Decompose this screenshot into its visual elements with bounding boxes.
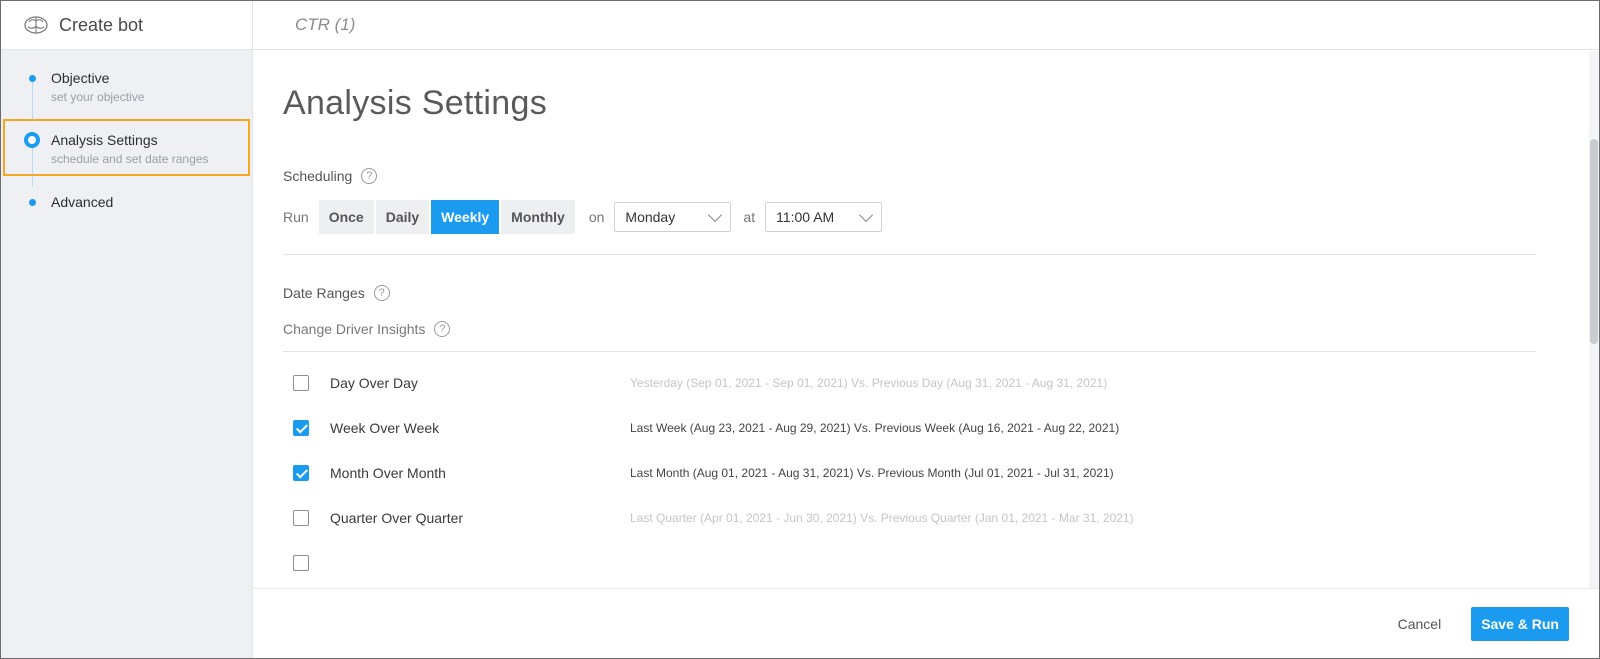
frequency-once-button[interactable]: Once xyxy=(318,200,374,234)
time-select[interactable]: 11:00 AM xyxy=(765,202,883,232)
step-dot xyxy=(29,75,36,82)
week-over-week-checkbox[interactable] xyxy=(293,419,309,436)
divider xyxy=(283,254,1536,255)
option-range: Last Month (Aug 01, 2021 - Aug 31, 2021)… xyxy=(630,465,1114,480)
divider xyxy=(283,351,1536,352)
help-icon[interactable]: ? xyxy=(373,285,390,301)
day-select[interactable]: Monday xyxy=(614,202,732,232)
date-range-options: Day Over Day Yesterday (Sep 01, 2021 - S… xyxy=(283,360,1569,585)
list-item: Week Over Week Last Week (Aug 23, 2021 -… xyxy=(283,405,1569,450)
option-range: Last Week (Aug 23, 2021 - Aug 29, 2021) … xyxy=(630,420,1120,435)
page-title: Analysis Settings xyxy=(283,84,548,122)
date-ranges-section-label: Date Ranges ? xyxy=(283,285,1569,301)
save-and-run-button[interactable]: Save & Run xyxy=(1471,606,1569,641)
cancel-button[interactable]: Cancel xyxy=(1398,616,1442,632)
chevron-down-icon xyxy=(859,207,874,222)
option-label: Month Over Month xyxy=(330,464,446,481)
list-item: Quarter Over Quarter Last Quarter (Apr 0… xyxy=(283,495,1569,540)
scrollbar[interactable] xyxy=(1589,51,1599,588)
time-select-value: 11:00 AM xyxy=(776,209,835,225)
step-title: Advanced xyxy=(51,194,114,210)
scrollbar-thumb[interactable] xyxy=(1590,139,1598,344)
frequency-toggle: Once Daily Weekly Monthly xyxy=(318,200,577,234)
day-select-value: Monday xyxy=(625,209,676,225)
date-ranges-label: Date Ranges xyxy=(283,285,365,301)
step-title: Objective xyxy=(51,70,110,86)
change-driver-label: Change Driver Insights xyxy=(283,321,426,337)
partial-checkbox[interactable] xyxy=(293,554,309,571)
quarter-over-quarter-checkbox[interactable] xyxy=(293,509,309,526)
option-label: Week Over Week xyxy=(330,419,440,436)
on-label: on xyxy=(588,209,605,225)
selected-step-highlight xyxy=(3,119,250,176)
list-item: Day Over Day Yesterday (Sep 01, 2021 - S… xyxy=(283,360,1569,405)
schedule-row: Run Once Daily Weekly Monthly on Monday … xyxy=(283,200,1569,234)
scheduling-label: Scheduling xyxy=(283,168,353,184)
run-label: Run xyxy=(283,209,309,225)
sidebar-header: Create bot xyxy=(1,1,252,50)
option-label: Quarter Over Quarter xyxy=(330,509,464,526)
step-subtitle: set your objective xyxy=(51,90,145,104)
content-area: Analysis Settings Scheduling ? Run Once … xyxy=(283,51,1569,588)
frequency-daily-button[interactable]: Daily xyxy=(375,200,430,234)
option-range: Last Quarter (Apr 01, 2021 - Jun 30, 202… xyxy=(630,510,1134,525)
option-label: Day Over Day xyxy=(330,374,418,391)
month-over-month-checkbox[interactable] xyxy=(293,464,309,481)
list-item: Month Over Month Last Month (Aug 01, 202… xyxy=(283,450,1569,495)
topbar: CTR (1) xyxy=(253,1,1599,50)
chevron-down-icon xyxy=(708,207,723,222)
footer: Cancel Save & Run xyxy=(253,588,1599,658)
help-icon[interactable]: ? xyxy=(361,168,378,184)
change-driver-section-label: Change Driver Insights ? xyxy=(283,321,1569,337)
step-advanced[interactable]: Advanced xyxy=(1,190,252,252)
main-panel: CTR (1) Analysis Settings Scheduling ? R… xyxy=(253,1,1599,658)
at-label: at xyxy=(743,209,756,225)
bot-name: CTR (1) xyxy=(295,15,356,34)
help-icon[interactable]: ? xyxy=(434,321,451,337)
frequency-monthly-button[interactable]: Monthly xyxy=(501,200,575,234)
sidebar: Create bot Objective set your objective … xyxy=(1,1,253,658)
sidebar-title: Create bot xyxy=(59,14,144,35)
brain-icon xyxy=(23,14,49,36)
scheduling-section-label: Scheduling ? xyxy=(283,168,1569,184)
list-item-partial xyxy=(283,540,1569,585)
app-window: Create bot Objective set your objective … xyxy=(0,0,1600,659)
option-range: Yesterday (Sep 01, 2021 - Sep 01, 2021) … xyxy=(630,375,1108,390)
frequency-weekly-button[interactable]: Weekly xyxy=(431,200,500,234)
day-over-day-checkbox[interactable] xyxy=(293,374,309,391)
step-dot xyxy=(29,199,36,206)
